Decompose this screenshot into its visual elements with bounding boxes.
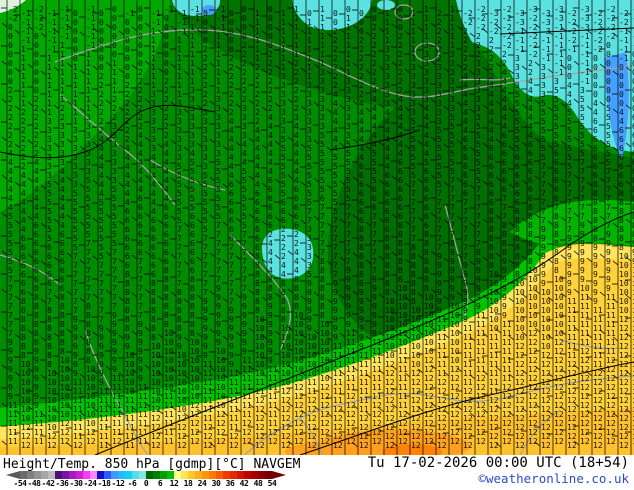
map-title: Height/Temp. 850 hPa [gdmp][°C] NAVGEM [3,457,301,472]
colorbar-tick-label: 0 [143,479,149,488]
footer-bar: Height/Temp. 850 hPa [gdmp][°C] NAVGEM -… [0,455,634,490]
colorbar-segment [132,471,139,479]
colorbar-segment [104,471,111,479]
colorbar-tick-label: 18 [183,479,193,488]
colorbar-tick-label: 36 [225,479,235,488]
colorbar-segment [69,471,76,479]
colorbar-right-arrow [272,471,286,479]
colorbar-segment [223,471,230,479]
colorbar-segment [41,471,48,479]
colorbar-segment [244,471,251,479]
colorbar-segment [160,471,167,479]
colorbar-segment [195,471,202,479]
colorbar-segment [111,471,118,479]
colorbar-tick-label: 54 [267,479,277,488]
colorbar-segment [230,471,237,479]
colorbar-segment [20,471,27,479]
colorbar-tick-label: -54 [13,479,27,488]
colorbar-segment [139,471,146,479]
colorbar-tick-label: -6 [127,479,137,488]
colorbar-segments [20,471,272,479]
colorbar-segment [83,471,90,479]
weather-map: -2 -2 0 0 0 0 0 0 0 2 2 2 2 2 2 2 4 4 4 4 4 4 4 5 5 5 5 5 5 5 7 7 7 7 7 7 7 9… [0,0,634,455]
colorbar-tick-label: 6 [157,479,163,488]
station-temperature-values: -2 -2 0 0 0 0 0 0 0 2 2 2 2 2 2 2 4 4 4 4 4 4 4 5 5 5 5 5 5 5 7 7 7 7 7 7 7 9… [8,5,634,450]
forecast-timestamp: Tu 17-02-2026 00:00 UTC (18+54) [367,455,629,471]
colorbar-segment [251,471,258,479]
colorbar-segment [146,471,153,479]
copyright-link[interactable]: ©weatheronline.co.uk [478,472,629,485]
colorbar-segment [237,471,244,479]
colorbar-tick-label: 48 [253,479,263,488]
colorbar-tick-label: -48 [27,479,41,488]
colorbar-segment [27,471,34,479]
colorbar-segment [258,471,265,479]
colorbar-tick-labels: -54 -48 -42 -36 -30 -24 -18 -12 -6 0 6 12 18 24 30 36 42… [6,479,296,489]
colorbar-tick-label: 30 [211,479,221,488]
colorbar-tick-label: 24 [197,479,207,488]
colorbar-segment [76,471,83,479]
colorbar-segment [216,471,223,479]
colorbar-tick-label: -30 [69,479,83,488]
colorbar-segment [55,471,62,479]
colorbar-segment [265,471,272,479]
colorbar-tick-label: -36 [55,479,69,488]
colorbar-tick-label: -24 [83,479,97,488]
colorbar-tick-label: 12 [169,479,179,488]
colorbar-segment [174,471,181,479]
colorbar-tick-label: 42 [239,479,249,488]
colorbar-tick-label: -12 [111,479,125,488]
colorbar-segment [153,471,160,479]
colorbar-segment [209,471,216,479]
colorbar-left-arrow [6,471,20,479]
colorbar-segment [48,471,55,479]
colorbar-segment [125,471,132,479]
colorbar-segment [188,471,195,479]
colorbar-segment [34,471,41,479]
colorbar-segment [118,471,125,479]
colorbar-segment [90,471,97,479]
temperature-colorbar [6,471,286,479]
colorbar-segment [62,471,69,479]
colorbar-tick-label: -42 [41,479,55,488]
colorbar-segment [167,471,174,479]
colorbar-segment [97,471,104,479]
colorbar-tick-label: -18 [97,479,111,488]
colorbar-segment [202,471,209,479]
colorbar-segment [181,471,188,479]
